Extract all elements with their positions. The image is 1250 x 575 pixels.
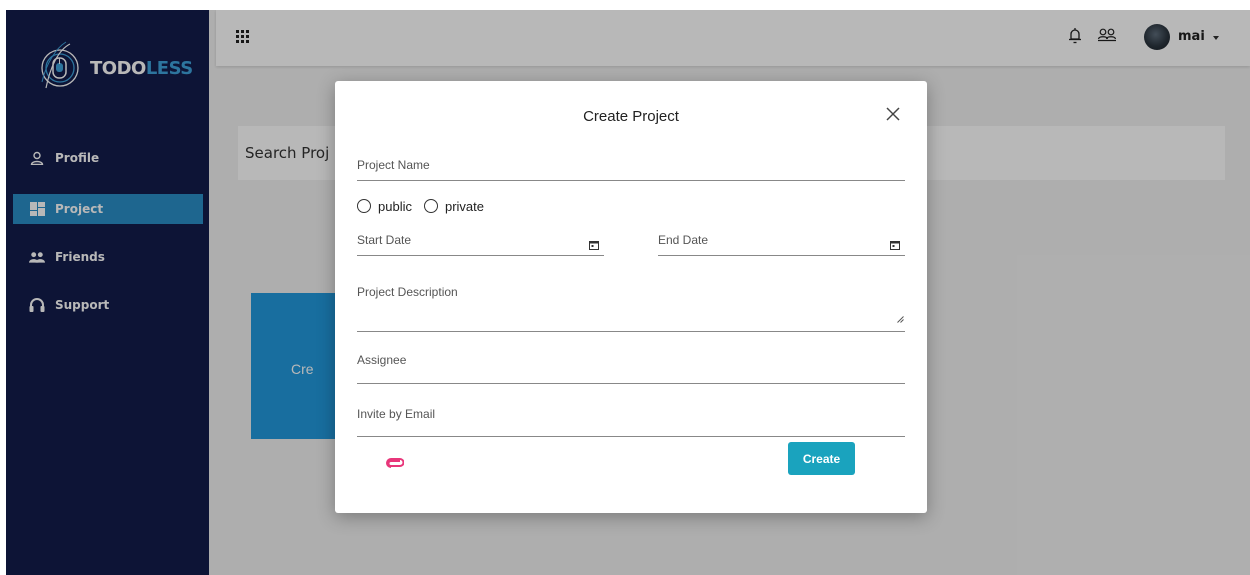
private-radio-label[interactable]: private	[445, 199, 484, 214]
project-description-field[interactable]: Project Description	[357, 285, 905, 332]
invite-email-placeholder: Invite by Email	[357, 407, 436, 421]
public-radio-label[interactable]: public	[378, 199, 412, 214]
end-date-placeholder: End Date	[658, 233, 709, 247]
assignee-field[interactable]: Assignee	[357, 351, 905, 384]
calendar-icon[interactable]	[890, 237, 900, 255]
start-date-field[interactable]: Start Date	[357, 233, 604, 256]
project-name-placeholder: Project Name	[357, 158, 430, 172]
project-description-placeholder: Project Description	[357, 285, 458, 299]
paperclip-icon[interactable]	[386, 455, 405, 473]
app-frame: TODOLESS Profile Project Friends Support	[6, 10, 1250, 575]
public-radio[interactable]	[357, 199, 371, 213]
calendar-icon[interactable]	[589, 237, 599, 255]
assignee-placeholder: Assignee	[357, 353, 407, 367]
visibility-radio-group: public private	[357, 196, 496, 216]
project-name-field[interactable]: Project Name	[357, 156, 905, 181]
resize-handle-icon[interactable]	[897, 310, 904, 328]
create-project-modal: Create Project Project Name public priva…	[335, 81, 927, 513]
end-date-field[interactable]: End Date	[658, 233, 905, 256]
close-icon[interactable]	[886, 107, 902, 123]
create-button[interactable]: Create	[788, 442, 855, 475]
start-date-placeholder: Start Date	[357, 233, 412, 247]
invite-email-field[interactable]: Invite by Email	[357, 405, 905, 437]
private-radio[interactable]	[423, 199, 438, 213]
modal-title: Create Project	[583, 108, 679, 125]
